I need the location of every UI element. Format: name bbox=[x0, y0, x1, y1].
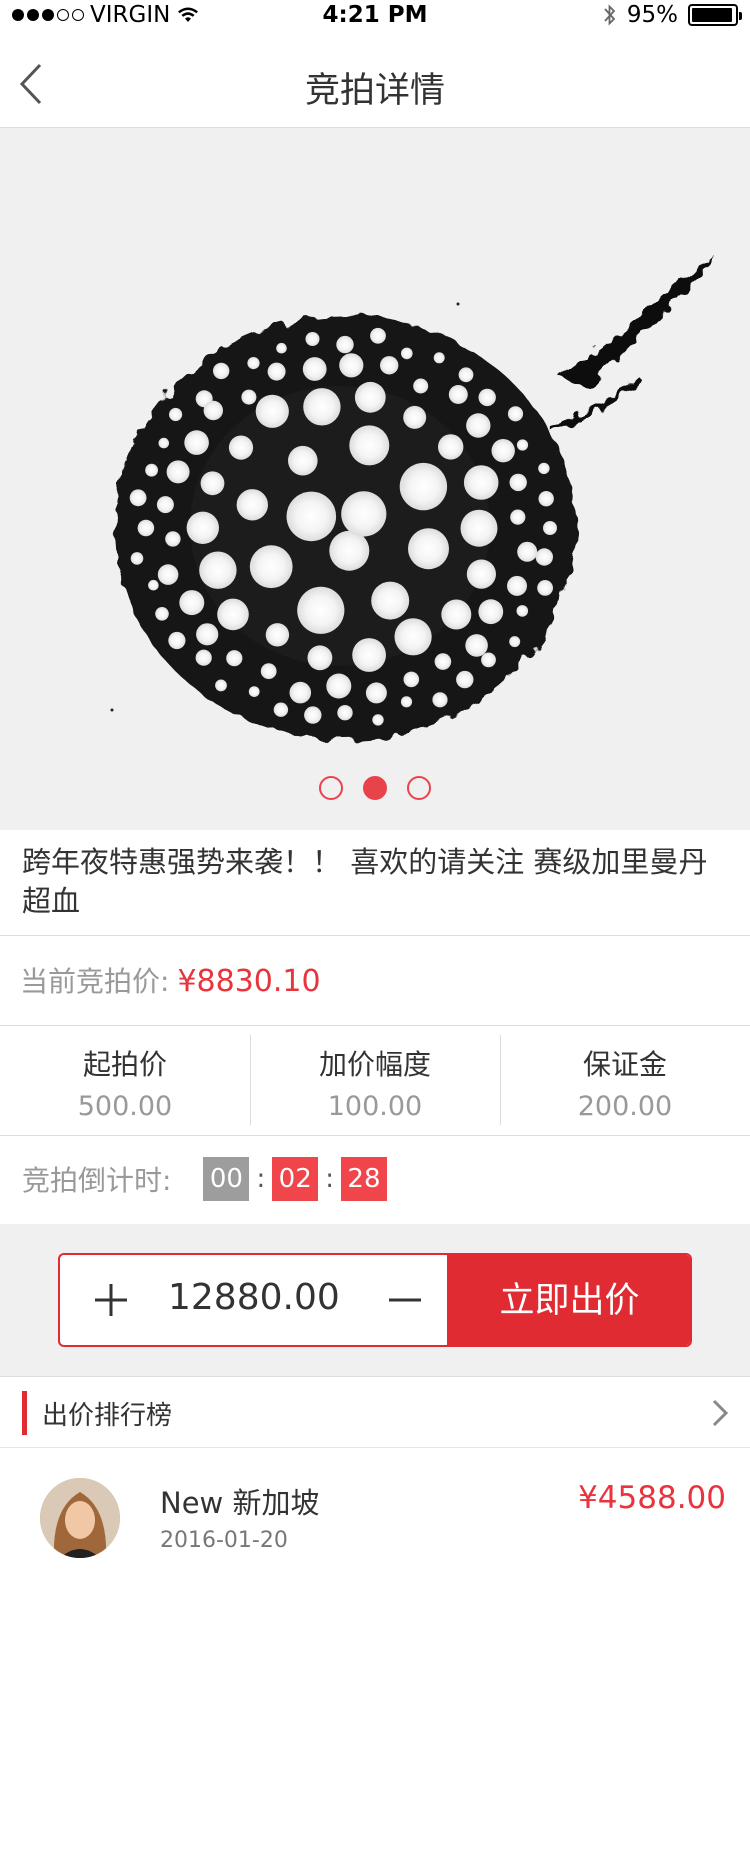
current-price-value: ¥8830.10 bbox=[177, 964, 321, 999]
status-right: 95% bbox=[603, 2, 742, 28]
bidder-name: New 新加坡 bbox=[160, 1486, 320, 1520]
countdown-separator: : bbox=[325, 1164, 334, 1194]
stat-label: 加价幅度 bbox=[318, 1048, 431, 1081]
bid-area: 12880.00 立即出价 bbox=[0, 1224, 750, 1376]
stat-label: 起拍价 bbox=[82, 1048, 167, 1081]
stat-value: 500.00 bbox=[77, 1091, 173, 1122]
countdown-minutes: 02 bbox=[272, 1157, 319, 1201]
countdown-label: 竞拍倒计时: bbox=[22, 1164, 172, 1197]
plus-icon[interactable] bbox=[78, 1267, 144, 1333]
place-bid-button[interactable]: 立即出价 bbox=[447, 1255, 690, 1345]
divider bbox=[0, 935, 750, 936]
countdown-seconds: 28 bbox=[340, 1157, 387, 1201]
divider bbox=[0, 1025, 750, 1026]
pager-dot-active[interactable] bbox=[363, 776, 387, 800]
bid-control: 12880.00 立即出价 bbox=[58, 1253, 692, 1347]
countdown-separator: : bbox=[256, 1164, 266, 1194]
bid-ranking-header[interactable]: 出价排行榜 bbox=[0, 1376, 750, 1448]
navigation-bar: 竞拍详情 bbox=[0, 34, 750, 128]
battery-icon bbox=[688, 4, 742, 26]
item-title: 跨年夜特惠强势来袭！！ 喜欢的请关注 赛级加里曼丹超血 bbox=[22, 845, 708, 918]
minus-icon[interactable] bbox=[372, 1267, 438, 1333]
page-title: 竞拍详情 bbox=[304, 71, 445, 111]
ink-artwork-image bbox=[110, 252, 712, 740]
pager-dot[interactable] bbox=[319, 776, 343, 800]
countdown-hours: 00 bbox=[203, 1157, 250, 1201]
divider bbox=[0, 1135, 750, 1136]
bid-date: 2016-01-20 bbox=[160, 1528, 288, 1553]
stat-starting-price: 起拍价 500.00 bbox=[0, 1033, 250, 1135]
stat-value: 100.00 bbox=[327, 1091, 423, 1122]
image-carousel[interactable] bbox=[0, 128, 750, 830]
battery-percent: 95% bbox=[626, 2, 678, 28]
section-accent-bar bbox=[22, 1391, 27, 1435]
pager-dot[interactable] bbox=[407, 776, 431, 800]
current-price-label: 当前竞拍价: bbox=[20, 965, 170, 998]
chevron-right-icon[interactable] bbox=[710, 1397, 730, 1429]
avatar-image bbox=[40, 1478, 120, 1558]
carousel-pager bbox=[0, 776, 750, 800]
current-price-row: 当前竞拍价: ¥8830.10 bbox=[20, 960, 321, 1000]
avatar bbox=[40, 1478, 120, 1558]
battery-level bbox=[692, 8, 732, 22]
bid-amount: ¥4588.00 bbox=[578, 1480, 726, 1516]
list-item[interactable]: New 新加坡 2016-01-20 ¥4588.00 bbox=[0, 1450, 750, 1570]
stat-label: 保证金 bbox=[582, 1048, 667, 1081]
countdown-row: 竞拍倒计时: 00 : 02 : 28 bbox=[22, 1157, 387, 1201]
stat-value: 200.00 bbox=[577, 1091, 673, 1122]
stat-deposit: 保证金 200.00 bbox=[500, 1033, 750, 1135]
stat-increment: 加价幅度 100.00 bbox=[250, 1033, 500, 1135]
bid-ranking-title: 出价排行榜 bbox=[42, 1401, 173, 1431]
auction-stats: 起拍价 500.00 加价幅度 100.00 保证金 200.00 bbox=[0, 1033, 750, 1135]
bluetooth-icon bbox=[604, 4, 616, 26]
status-bar: VIRGIN 4:21 PM 95% bbox=[0, 0, 750, 34]
bid-amount-input[interactable]: 12880.00 bbox=[168, 1277, 340, 1318]
